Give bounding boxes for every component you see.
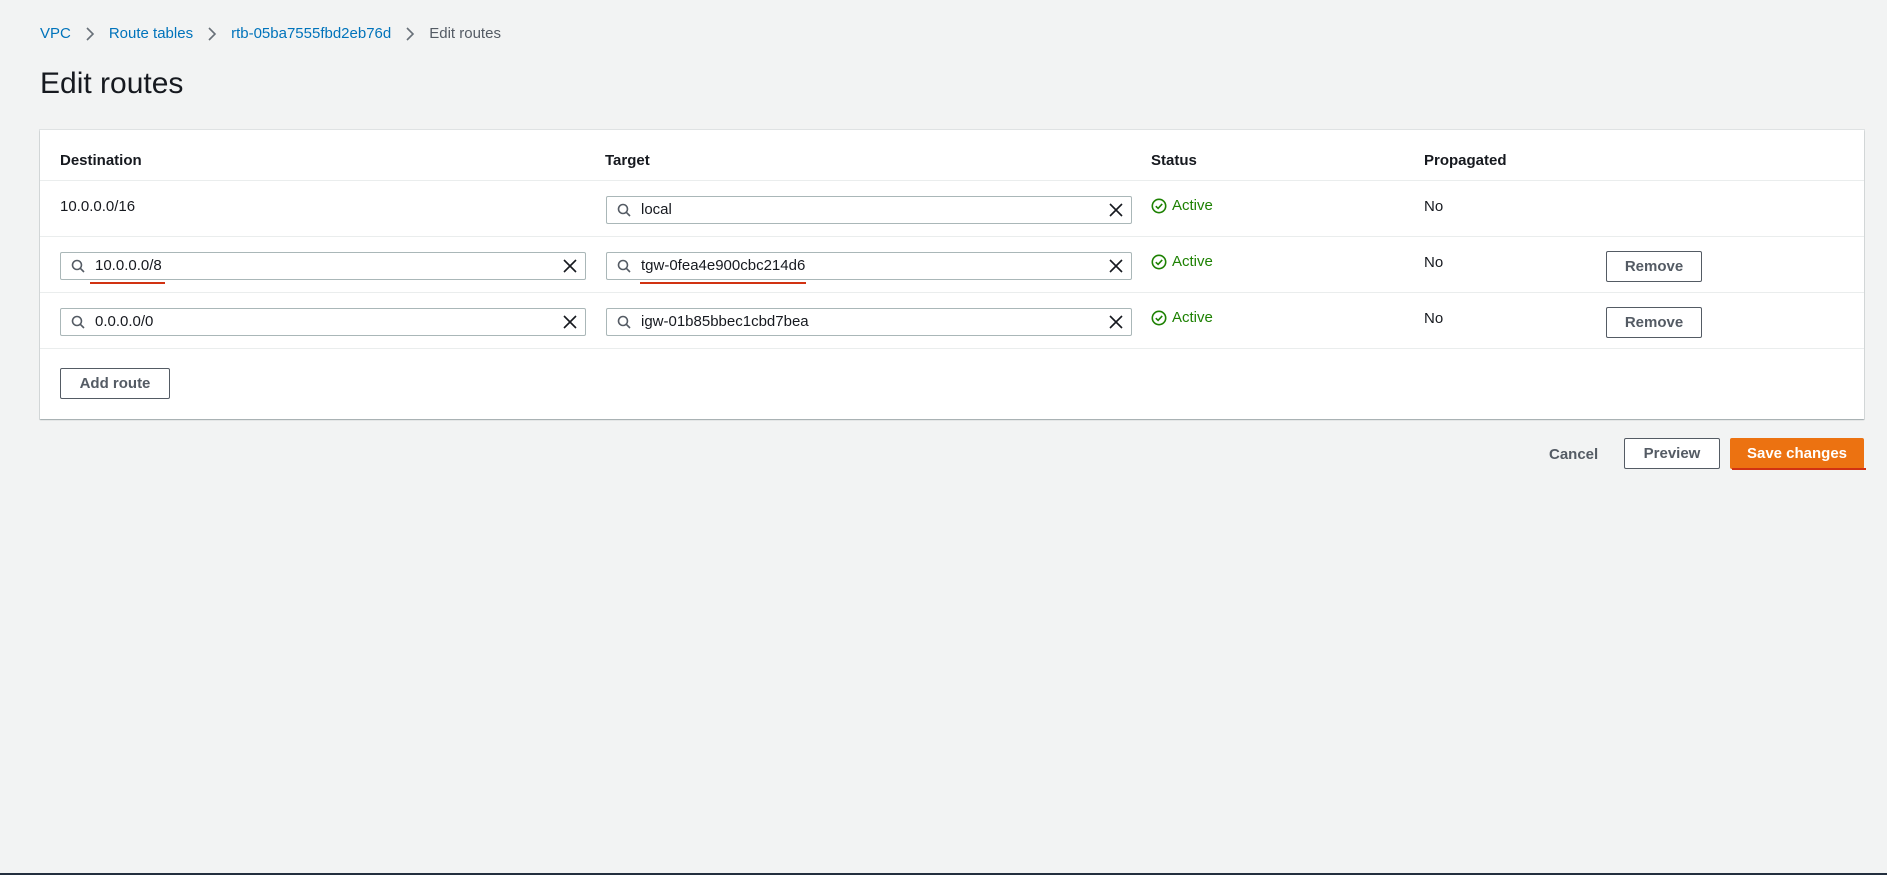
breadcrumb-vpc[interactable]: VPC (40, 25, 71, 42)
row-divider (40, 236, 1864, 237)
row-divider (40, 292, 1864, 293)
preview-button[interactable]: Preview (1624, 438, 1720, 469)
add-route-button[interactable]: Add route (60, 368, 170, 399)
propagated-text: No (1424, 310, 1444, 327)
target-value: local (641, 201, 672, 218)
status-badge: Active (1151, 197, 1213, 214)
clear-icon[interactable] (1109, 315, 1123, 329)
chevron-right-icon (405, 26, 415, 41)
routes-table: Destination Target Status Propagated 10.… (40, 130, 1864, 419)
breadcrumb-route-tables[interactable]: Route tables (109, 25, 193, 42)
status-badge: Active (1151, 253, 1213, 270)
row-divider (40, 348, 1864, 349)
destination-text: 10.0.0.0/16 (60, 198, 136, 215)
cancel-button[interactable]: Cancel (1549, 446, 1598, 463)
clear-icon[interactable] (563, 259, 577, 273)
target-input[interactable]: igw-01b85bbec1cbd7bea (606, 308, 1132, 336)
search-icon (617, 315, 631, 329)
destination-input[interactable]: 10.0.0.0/8 (60, 252, 586, 280)
remove-button[interactable]: Remove (1606, 251, 1702, 282)
propagated-text: No (1424, 254, 1444, 271)
status-success-icon (1151, 310, 1167, 325)
breadcrumb-current: Edit routes (429, 25, 501, 42)
clear-icon[interactable] (1109, 203, 1123, 217)
header-propagated: Propagated (1424, 152, 1507, 169)
header-destination: Destination (60, 152, 142, 169)
breadcrumb-route-table-id[interactable]: rtb-05ba7555fbd2eb76d (231, 25, 391, 42)
annotation-underline (1732, 468, 1866, 470)
target-input[interactable]: tgw-0fea4e900cbc214d6 (606, 252, 1132, 280)
save-changes-button[interactable]: Save changes (1730, 438, 1864, 469)
target-value: igw-01b85bbec1cbd7bea (641, 313, 809, 330)
propagated-text: No (1424, 198, 1444, 215)
status-text: Active (1172, 309, 1213, 326)
destination-input[interactable]: 0.0.0.0/0 (60, 308, 586, 336)
target-input[interactable]: local (606, 196, 1132, 224)
clear-icon[interactable] (1109, 259, 1123, 273)
status-badge: Active (1151, 309, 1213, 326)
header-status: Status (1151, 152, 1197, 169)
breadcrumb: VPC Route tables rtb-05ba7555fbd2eb76d E… (40, 25, 501, 42)
search-icon (71, 315, 85, 329)
search-icon (617, 259, 631, 273)
status-success-icon (1151, 198, 1167, 213)
chevron-right-icon (85, 26, 95, 41)
chevron-right-icon (207, 26, 217, 41)
destination-value: 10.0.0.0/8 (95, 257, 162, 274)
page-title: Edit routes (40, 67, 184, 100)
target-value: tgw-0fea4e900cbc214d6 (641, 257, 806, 274)
annotation-underline (90, 282, 165, 284)
header-target: Target (605, 152, 650, 169)
destination-value: 0.0.0.0/0 (95, 313, 154, 330)
row-divider (40, 180, 1864, 181)
clear-icon[interactable] (563, 315, 577, 329)
status-success-icon (1151, 254, 1167, 269)
status-text: Active (1172, 197, 1213, 214)
search-icon (617, 203, 631, 217)
annotation-underline (640, 282, 806, 284)
status-text: Active (1172, 253, 1213, 270)
search-icon (71, 259, 85, 273)
remove-button[interactable]: Remove (1606, 307, 1702, 338)
